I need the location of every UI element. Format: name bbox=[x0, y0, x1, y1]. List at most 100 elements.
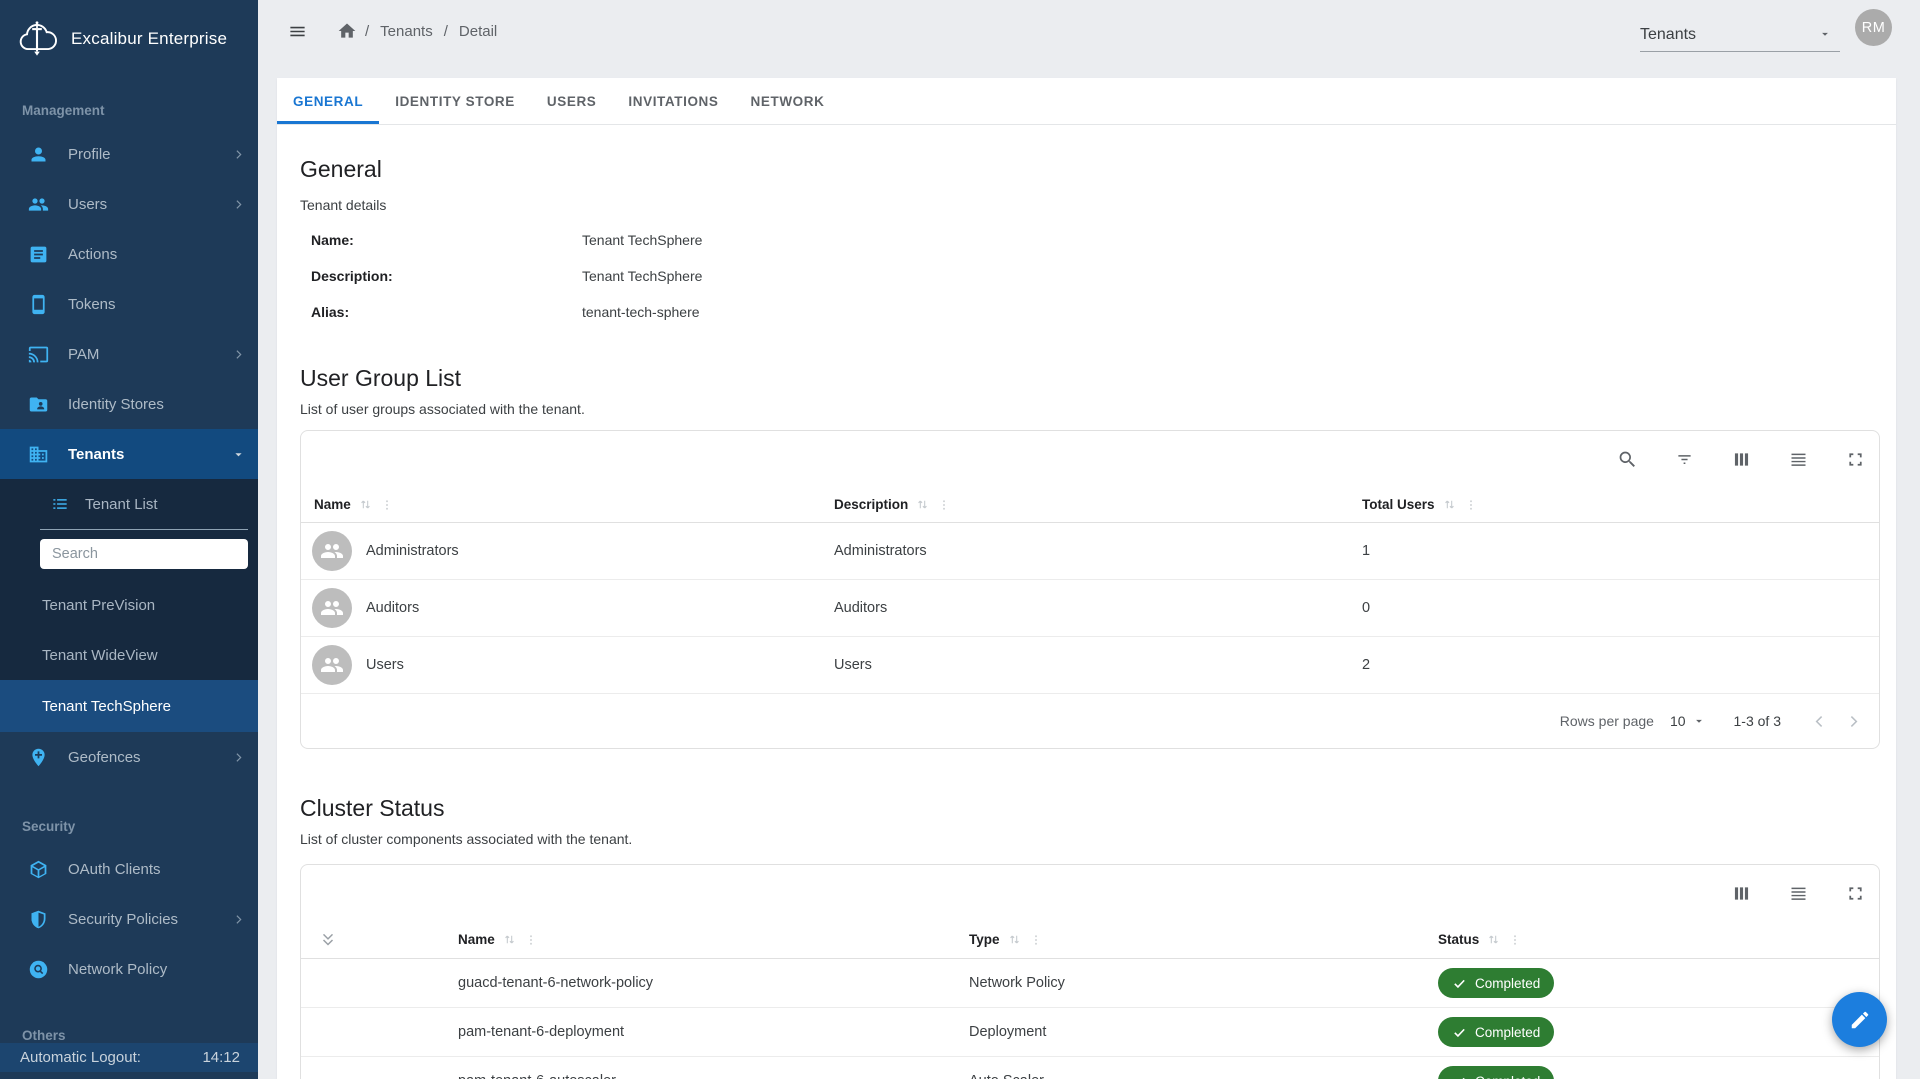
cube-icon bbox=[28, 859, 49, 880]
sidebar-item-profile[interactable]: Profile bbox=[0, 129, 258, 179]
cluster-status-table-card: Name Type Status guacd-tenant-6-netwo bbox=[300, 864, 1880, 1079]
tab-users[interactable]: USERS bbox=[531, 78, 613, 124]
group-description: Auditors bbox=[834, 600, 1362, 616]
people-icon bbox=[320, 539, 344, 563]
tab-invitations[interactable]: INVITATIONS bbox=[612, 78, 734, 124]
sidebar-item-tenant-list[interactable]: Tenant List bbox=[0, 479, 258, 529]
sidebar-item-identity-stores[interactable]: Identity Stores bbox=[0, 379, 258, 429]
context-select-value: Tenants bbox=[1640, 26, 1696, 44]
table-row[interactable]: Administrators Administrators 1 bbox=[301, 523, 1879, 580]
automatic-logout-label: Automatic Logout: bbox=[20, 1049, 141, 1066]
sort-icon[interactable] bbox=[1442, 497, 1457, 512]
sidebar-item-tenant-techsphere[interactable]: Tenant TechSphere bbox=[0, 680, 258, 732]
component-type: Auto Scaler bbox=[969, 1073, 1421, 1079]
user-group-list-title: User Group List bbox=[300, 364, 1896, 392]
top-bar: / Tenants / Detail Tenants RM bbox=[258, 0, 1920, 78]
fullscreen-icon[interactable] bbox=[1843, 447, 1867, 471]
sort-icon[interactable] bbox=[358, 497, 373, 512]
column-menu-icon[interactable] bbox=[937, 498, 951, 512]
breadcrumb-separator: / bbox=[365, 23, 369, 40]
expand-all-icon[interactable] bbox=[319, 931, 337, 949]
section-label-security: Security bbox=[0, 819, 258, 834]
caret-down-icon[interactable] bbox=[1692, 714, 1706, 728]
field-label: Description: bbox=[311, 268, 582, 284]
search-icon[interactable] bbox=[1615, 447, 1639, 471]
sidebar-item-geofences[interactable]: Geofences bbox=[0, 732, 258, 782]
folder-person-icon bbox=[28, 394, 49, 415]
breadcrumb-item-detail[interactable]: Detail bbox=[459, 23, 497, 40]
sort-icon[interactable] bbox=[1007, 932, 1022, 947]
sidebar-item-tokens[interactable]: Tokens bbox=[0, 279, 258, 329]
table-row[interactable]: pam-tenant-6-autoscaler Auto Scaler Comp… bbox=[301, 1057, 1879, 1079]
density-icon[interactable] bbox=[1786, 447, 1810, 471]
column-menu-icon[interactable] bbox=[524, 933, 538, 947]
tab-network[interactable]: NETWORK bbox=[735, 78, 841, 124]
sidebar-item-tenant-prevision[interactable]: Tenant PreVision bbox=[0, 580, 258, 630]
field-row-name: Name: Tenant TechSphere bbox=[311, 222, 1896, 258]
table-row[interactable]: Auditors Auditors 0 bbox=[301, 580, 1879, 637]
user-group-table-header: Name Description Total Users bbox=[301, 487, 1879, 523]
sidebar-item-actions[interactable]: Actions bbox=[0, 229, 258, 279]
smartphone-icon bbox=[28, 294, 49, 315]
column-menu-icon[interactable] bbox=[380, 498, 394, 512]
tab-identity-store[interactable]: IDENTITY STORE bbox=[379, 78, 531, 124]
column-menu-icon[interactable] bbox=[1464, 498, 1478, 512]
chevron-right-icon bbox=[232, 913, 245, 926]
group-avatar bbox=[312, 531, 352, 571]
caret-down-icon bbox=[1818, 27, 1832, 41]
sidebar-item-security-policies[interactable]: Security Policies bbox=[0, 894, 258, 944]
people-icon bbox=[320, 653, 344, 677]
previous-page-button[interactable] bbox=[1807, 709, 1831, 733]
sidebar-item-users[interactable]: Users bbox=[0, 179, 258, 229]
table-row[interactable]: Users Users 2 bbox=[301, 637, 1879, 694]
column-header-name[interactable]: Name bbox=[441, 932, 969, 947]
rows-per-page-value[interactable]: 10 bbox=[1670, 713, 1686, 729]
table-row[interactable]: pam-tenant-6-deployment Deployment Compl… bbox=[301, 1008, 1879, 1057]
column-menu-icon[interactable] bbox=[1508, 933, 1522, 947]
tenant-search-input[interactable] bbox=[40, 539, 248, 569]
sidebar-item-pam[interactable]: PAM bbox=[0, 329, 258, 379]
chevron-right-icon bbox=[232, 198, 245, 211]
context-select[interactable]: Tenants bbox=[1640, 14, 1840, 52]
menu-icon[interactable] bbox=[288, 22, 307, 41]
field-row-description: Description: Tenant TechSphere bbox=[311, 258, 1896, 294]
edit-fab-button[interactable] bbox=[1832, 992, 1887, 1047]
group-avatar bbox=[312, 588, 352, 628]
home-icon[interactable] bbox=[337, 21, 357, 41]
automatic-logout-bar: Automatic Logout: 14:12 bbox=[0, 1043, 258, 1072]
columns-icon[interactable] bbox=[1729, 881, 1753, 905]
building-icon bbox=[28, 444, 49, 465]
column-header-total-users[interactable]: Total Users bbox=[1362, 497, 1879, 512]
tenants-submenu: Tenant List Tenant PreVision Tenant Wide… bbox=[0, 479, 258, 732]
fullscreen-icon[interactable] bbox=[1843, 881, 1867, 905]
column-menu-icon[interactable] bbox=[1029, 933, 1043, 947]
filter-icon[interactable] bbox=[1672, 447, 1696, 471]
cluster-status-subtitle: List of cluster components associated wi… bbox=[300, 830, 1896, 848]
column-header-description[interactable]: Description bbox=[834, 497, 1362, 512]
people-icon bbox=[320, 596, 344, 620]
sort-icon[interactable] bbox=[915, 497, 930, 512]
sidebar-item-network-policy[interactable]: Network Policy bbox=[0, 944, 258, 994]
article-icon bbox=[28, 244, 49, 265]
field-value: tenant-tech-sphere bbox=[582, 304, 700, 320]
group-description: Users bbox=[834, 657, 1362, 673]
tab-general[interactable]: GENERAL bbox=[277, 78, 379, 124]
density-icon[interactable] bbox=[1786, 881, 1810, 905]
section-label-others: Others bbox=[0, 1028, 258, 1043]
sort-icon[interactable] bbox=[1486, 932, 1501, 947]
table-row[interactable]: guacd-tenant-6-network-policy Network Po… bbox=[301, 959, 1879, 1008]
breadcrumb-item-tenants[interactable]: Tenants bbox=[380, 23, 433, 40]
pencil-icon bbox=[1849, 1009, 1871, 1031]
column-header-status[interactable]: Status bbox=[1421, 932, 1879, 947]
columns-icon[interactable] bbox=[1729, 447, 1753, 471]
sidebar-item-oauth-clients[interactable]: OAuth Clients bbox=[0, 844, 258, 894]
next-page-button[interactable] bbox=[1841, 709, 1865, 733]
sidebar-item-tenant-wideview[interactable]: Tenant WideView bbox=[0, 630, 258, 680]
field-row-alias: Alias: tenant-tech-sphere bbox=[311, 294, 1896, 330]
sidebar-item-tenants[interactable]: Tenants bbox=[0, 429, 258, 479]
user-avatar[interactable]: RM bbox=[1855, 9, 1892, 46]
sort-icon[interactable] bbox=[502, 932, 517, 947]
user-group-table-card: Name Description Total Users bbox=[300, 430, 1880, 749]
column-header-name[interactable]: Name bbox=[301, 497, 834, 512]
column-header-type[interactable]: Type bbox=[969, 932, 1421, 947]
